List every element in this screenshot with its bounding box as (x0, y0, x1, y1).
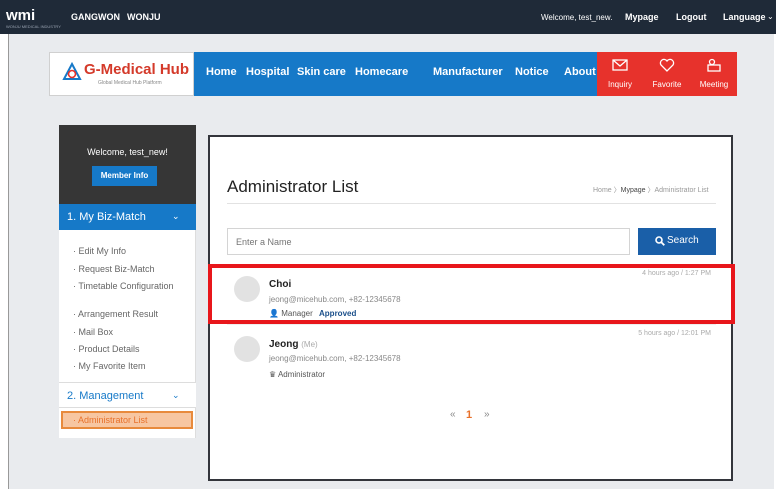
member-info-button[interactable]: Member Info (92, 166, 157, 186)
mypage-link[interactable]: Mypage (625, 12, 659, 22)
city-wonju[interactable]: WONJU (127, 12, 161, 22)
section-label: 2. Management (67, 390, 144, 402)
logout-link[interactable]: Logout (676, 12, 707, 22)
breadcrumb-current: Administrator List (654, 187, 709, 194)
logo-mark-icon (62, 62, 82, 80)
sidebar-item-arrangement-result[interactable]: · Arrangement Result (73, 309, 158, 319)
welcome-message: Welcome, test_new. (541, 13, 613, 22)
language-menu[interactable]: Language (723, 12, 766, 22)
me-tag: (Me) (301, 340, 318, 349)
breadcrumb-mypage[interactable]: Mypage (621, 187, 646, 194)
avatar (234, 336, 260, 362)
page-title: Administrator List (227, 177, 359, 196)
sidebar-item-edit-my-info[interactable]: · Edit My Info (73, 246, 126, 256)
section-label: 1. My Biz-Match (67, 211, 146, 223)
nav-skin-care[interactable]: Skin care (297, 66, 346, 78)
sidebar-section-management[interactable]: 2. Management ⌄ (59, 382, 196, 408)
favorite-button[interactable]: Favorite (644, 52, 690, 96)
sidebar-item-timetable-configuration[interactable]: · Timetable Configuration (73, 281, 183, 291)
admin-role: ♛ Administrator (269, 370, 325, 379)
meeting-label: Meeting (699, 80, 729, 89)
sidebar-profile: Welcome, test_new! Member Info (59, 125, 196, 204)
top-bar: wmi WONJU MEDICAL INDUSTRY GANGWON WONJU… (0, 0, 776, 34)
brand-subtitle: Global Medical Hub Platform (98, 80, 162, 86)
admin-name-text: Jeong (269, 339, 299, 350)
highlight-box (208, 264, 735, 324)
search-button[interactable]: Search (638, 228, 716, 255)
title-divider (227, 203, 716, 204)
meeting-button[interactable]: Meeting (691, 52, 737, 96)
nav-homecare[interactable]: Homecare (355, 66, 408, 78)
admin-name: Jeong (Me) (269, 339, 318, 350)
sidebar-item-mail-box[interactable]: · Mail Box (73, 327, 113, 337)
item-timestamp: 5 hours ago / 12:01 PM (638, 330, 711, 337)
heart-icon (659, 58, 675, 72)
wmi-logo-subtitle: WONJU MEDICAL INDUSTRY (6, 24, 61, 29)
chevron-down-icon[interactable]: ⌄ (767, 12, 774, 21)
wmi-logo[interactable]: wmi (6, 7, 35, 24)
sidebar-section-my-biz-match[interactable]: 1. My Biz-Match ⌄ (59, 204, 196, 230)
brand-logo[interactable]: G-Medical Hub Global Medical Hub Platfor… (49, 52, 194, 96)
inquiry-button[interactable]: Inquiry (597, 52, 643, 96)
meeting-icon (707, 58, 721, 72)
favorite-label: Favorite (652, 80, 682, 89)
city-gangwon[interactable]: GANGWON (71, 12, 120, 22)
breadcrumb: Home 〉Mypage 〉Administrator List (593, 185, 709, 195)
sidebar-item-my-favorite-item[interactable]: · My Favorite Item (73, 361, 146, 371)
nav-home[interactable]: Home (206, 66, 237, 78)
sidebar-item-administrator-list[interactable]: · Administrator List (61, 411, 193, 429)
sidebar-item-product-details[interactable]: · Product Details (73, 344, 140, 354)
crown-icon: ♛ (269, 370, 277, 379)
breadcrumb-home[interactable]: Home (593, 187, 612, 194)
sidebar-welcome: Welcome, test_new! (87, 147, 168, 157)
breadcrumb-separator: 〉 (611, 187, 621, 194)
pagination-next[interactable]: » (484, 409, 490, 420)
header-actions: Inquiry Favorite Meeting (597, 52, 737, 96)
chevron-down-icon: ⌄ (172, 211, 180, 221)
nav-notice[interactable]: Notice (515, 66, 549, 78)
inquiry-label: Inquiry (607, 80, 632, 89)
admin-contact: jeong@micehub.com, +82-12345678 (269, 354, 401, 363)
breadcrumb-separator: 〉 (645, 187, 655, 194)
mail-icon (612, 59, 628, 71)
role-label: Administrator (277, 370, 326, 379)
search-button-label: Search (667, 235, 699, 246)
nav-hospital[interactable]: Hospital (246, 66, 289, 78)
brand-name: G-Medical Hub (84, 61, 190, 78)
chevron-down-icon: ⌄ (172, 390, 180, 400)
nav-about[interactable]: About (564, 66, 596, 78)
sidebar-item-request-biz-match[interactable]: · Request Biz-Match (73, 264, 155, 274)
search-input[interactable] (227, 228, 630, 255)
nav-manufacturer[interactable]: Manufacturer (433, 66, 503, 78)
search-icon (655, 236, 665, 246)
pagination-page[interactable]: 1 (466, 409, 472, 421)
item-divider (227, 324, 716, 325)
pagination-prev[interactable]: « (450, 409, 456, 420)
